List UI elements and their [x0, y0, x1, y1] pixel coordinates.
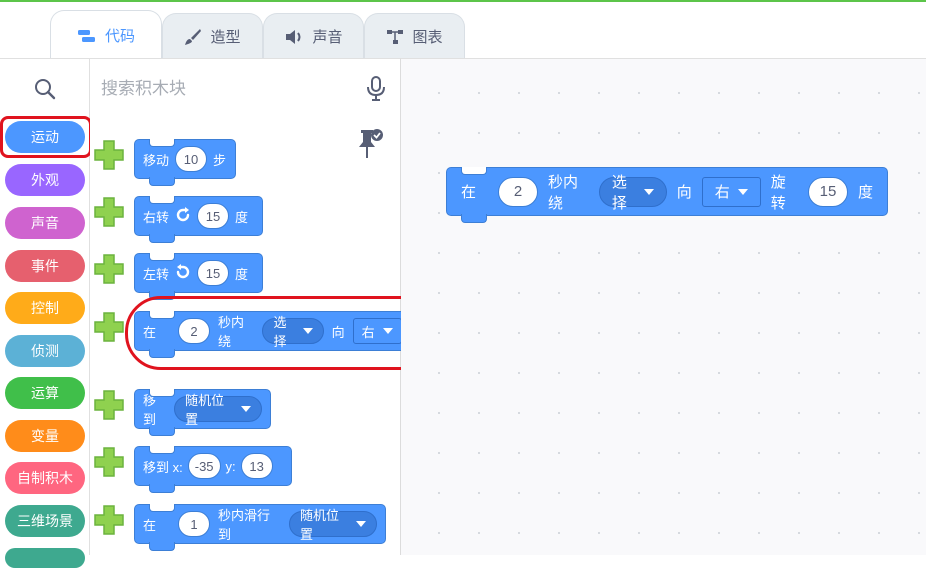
add-block-plus-icon[interactable]: [93, 139, 125, 171]
block-text: 步: [213, 152, 227, 168]
tab-sounds[interactable]: 声音: [263, 13, 364, 59]
block-glide[interactable]: 在 1 秒内滑行到 随机位置: [134, 504, 386, 551]
category-3d-scene[interactable]: 三维场景: [5, 505, 85, 537]
block-text: 秒内绕: [548, 173, 579, 212]
workspace-direction-dropdown[interactable]: 右: [701, 176, 761, 207]
block-goto-xy[interactable]: 移到 x: -35 y: 13: [134, 446, 292, 493]
top-bar: 代码 造型 声音 图表: [0, 0, 926, 60]
caret-down-icon: [356, 521, 366, 527]
block-text: 度: [858, 184, 874, 201]
block-text: 移到: [143, 393, 157, 427]
block-turn-right[interactable]: 右转 15 度: [134, 196, 263, 243]
add-block-plus-icon[interactable]: [93, 311, 125, 343]
goto-y-input[interactable]: 13: [240, 453, 273, 479]
tab-diagram-label: 图表: [412, 29, 443, 46]
dropdown-value: 右: [714, 184, 730, 201]
category-my-blocks[interactable]: 自制积木: [5, 462, 85, 494]
block-text: 向: [676, 184, 692, 201]
category-operators[interactable]: 运算: [5, 377, 85, 409]
add-block-plus-icon[interactable]: [93, 446, 125, 478]
caret-down-icon: [241, 406, 251, 412]
diagram-icon: [386, 29, 404, 45]
dropdown-value: 选择: [611, 173, 627, 212]
category-control[interactable]: 控制: [5, 292, 85, 324]
category-sensing[interactable]: 侦测: [5, 335, 85, 367]
rotate-clockwise-icon: [175, 206, 191, 226]
block-goto[interactable]: 移到 随机位置: [134, 389, 271, 436]
add-block-plus-icon[interactable]: [93, 389, 125, 421]
add-block-plus-icon[interactable]: [93, 253, 125, 285]
block-text: 旋转: [770, 173, 786, 212]
speaker-icon: [284, 29, 304, 45]
category-label: 运算: [31, 385, 59, 401]
category-label: 三维场景: [17, 513, 73, 529]
tab-code[interactable]: 代码: [50, 10, 162, 60]
add-block-plus-icon[interactable]: [93, 196, 125, 228]
caret-down-icon: [643, 188, 654, 195]
code-icon: [77, 28, 97, 44]
category-label: 变量: [31, 428, 59, 444]
block-text: y:: [225, 458, 236, 474]
dropdown-value: 随机位置: [185, 393, 225, 427]
category-label: 外观: [31, 172, 59, 188]
brush-icon: [184, 28, 202, 46]
turn-right-degrees-input[interactable]: 15: [197, 203, 230, 229]
tab-sounds-label: 声音: [312, 29, 343, 46]
move-steps-input[interactable]: 10: [175, 146, 208, 172]
block-text: 度: [235, 266, 249, 282]
search-input[interactable]: [101, 75, 351, 103]
block-text: 右转: [143, 209, 170, 225]
block-text: 移到 x:: [143, 459, 183, 475]
caret-down-icon: [737, 188, 748, 195]
category-label: 声音: [31, 215, 59, 231]
block-text: 移动: [143, 152, 170, 168]
workspace-target-dropdown[interactable]: 选择: [598, 174, 667, 212]
category-events[interactable]: 事件: [5, 250, 85, 282]
rotate-counterclockwise-icon: [175, 263, 191, 283]
category-selected-highlight: [0, 116, 92, 158]
block-text: 秒内滑行到: [218, 508, 271, 542]
script-workspace[interactable]: [401, 58, 926, 555]
goto-target-dropdown[interactable]: 随机位置: [174, 393, 262, 427]
workspace-degrees-input[interactable]: 15: [808, 176, 848, 207]
block-move[interactable]: 移动 10 步: [134, 139, 236, 186]
goto-x-input[interactable]: -35: [187, 453, 221, 479]
block-text: 在: [461, 184, 477, 201]
tab-costumes-label: 造型: [210, 29, 241, 46]
category-label: 事件: [31, 258, 59, 274]
microphone-icon[interactable]: [366, 76, 386, 107]
category-looks[interactable]: 外观: [5, 164, 85, 196]
pin-icon[interactable]: [358, 128, 384, 165]
tab-diagram[interactable]: 图表: [364, 13, 465, 59]
search-icon[interactable]: [34, 78, 56, 105]
category-sound[interactable]: 声音: [5, 207, 85, 239]
block-turn-left[interactable]: 左转 15 度: [134, 253, 263, 300]
tab-costumes[interactable]: 造型: [162, 13, 263, 59]
glide-target-dropdown[interactable]: 随机位置: [289, 508, 377, 542]
category-label: 控制: [31, 300, 59, 316]
category-more[interactable]: [5, 548, 85, 568]
add-block-plus-icon[interactable]: [93, 504, 125, 536]
glide-seconds-input[interactable]: 1: [178, 511, 211, 537]
category-variables[interactable]: 变量: [5, 420, 85, 452]
block-text: 度: [235, 209, 249, 225]
turn-left-degrees-input[interactable]: 15: [197, 260, 230, 286]
category-label: 自制积木: [17, 470, 73, 486]
tab-code-label: 代码: [104, 28, 135, 45]
workspace-block-rotate-around[interactable]: 在 2 秒内绕 选择 向 右 旋转 15 度: [446, 167, 888, 223]
workspace-seconds-input[interactable]: 2: [498, 176, 539, 207]
dropdown-value: 随机位置: [300, 508, 340, 542]
block-text: 左转: [143, 266, 170, 282]
category-label: 侦测: [31, 343, 59, 359]
block-text: 在: [143, 517, 157, 533]
